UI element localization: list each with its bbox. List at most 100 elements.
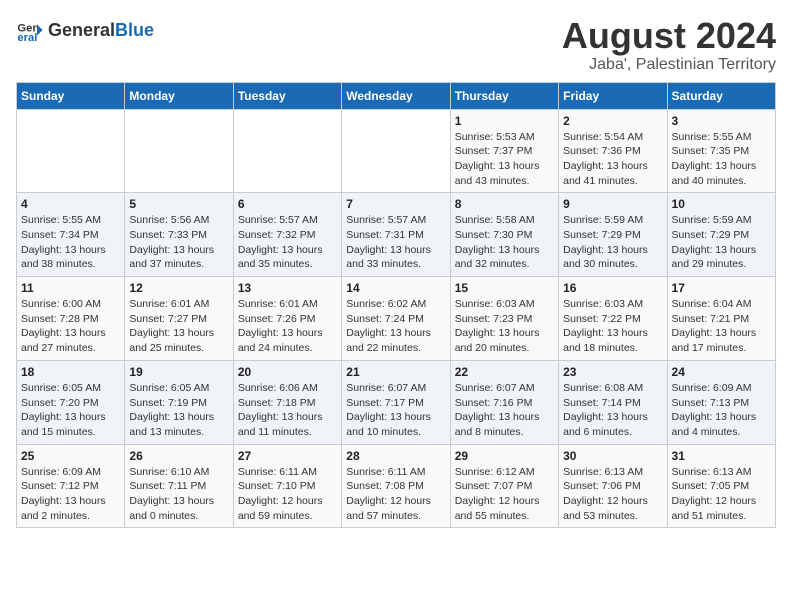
- calendar-day-cell: 7 Sunrise: 5:57 AMSunset: 7:31 PMDaylight…: [342, 193, 450, 277]
- day-of-week-header: Wednesday: [342, 82, 450, 109]
- calendar-body: 1Sunrise: 5:53 AMSunset: 7:37 PMDaylight…: [17, 109, 776, 528]
- calendar-day-cell: 25 Sunrise: 6:09 AMSunset: 7:12 PMDayligh…: [17, 444, 125, 528]
- day-of-week-header: Monday: [125, 82, 233, 109]
- main-title: August 2024: [562, 16, 776, 56]
- calendar-day-cell: 16 Sunrise: 6:03 AMSunset: 7:22 PMDayligh…: [559, 277, 667, 361]
- day-info: Sunrise: 6:08 AMSunset: 7:14 PMDaylight:…: [563, 381, 662, 440]
- calendar-day-cell: 5 Sunrise: 5:56 AMSunset: 7:33 PMDaylight…: [125, 193, 233, 277]
- day-number: 13: [238, 281, 337, 295]
- day-info: Sunrise: 6:00 AMSunset: 7:28 PMDaylight:…: [21, 297, 120, 356]
- day-info: Sunrise: 5:59 AMSunset: 7:29 PMDaylight:…: [672, 213, 771, 272]
- day-info: Sunrise: 6:07 AMSunset: 7:17 PMDaylight:…: [346, 381, 445, 440]
- calendar-day-cell: 10 Sunrise: 5:59 AMSunset: 7:29 PMDayligh…: [667, 193, 775, 277]
- calendar-week-row: 11Sunrise: 6:00 AMSunset: 7:28 PMDayligh…: [17, 277, 776, 361]
- day-info: Sunrise: 5:56 AMSunset: 7:33 PMDaylight:…: [129, 213, 228, 272]
- day-number: 6: [238, 197, 337, 211]
- day-number: 12: [129, 281, 228, 295]
- header-row: SundayMondayTuesdayWednesdayThursdayFrid…: [17, 82, 776, 109]
- calendar-day-cell: 6Sunrise: 5:57 AMSunset: 7:32 PMDaylight…: [233, 193, 341, 277]
- calendar-day-cell: 29 Sunrise: 6:12 AMSunset: 7:07 PMDayligh…: [450, 444, 558, 528]
- calendar-day-cell: 15 Sunrise: 6:03 AMSunset: 7:23 PMDayligh…: [450, 277, 558, 361]
- day-info: Sunrise: 6:05 AMSunset: 7:19 PMDaylight:…: [129, 381, 228, 440]
- logo-icon: Gen eral: [16, 16, 44, 44]
- day-number: 28: [346, 449, 445, 463]
- day-info: Sunrise: 6:07 AMSunset: 7:16 PMDaylight:…: [455, 381, 554, 440]
- subtitle: Jaba', Palestinian Territory: [562, 56, 776, 74]
- day-number: 1: [455, 114, 554, 128]
- calendar-day-cell: [125, 109, 233, 193]
- day-info: Sunrise: 6:04 AMSunset: 7:21 PMDaylight:…: [672, 297, 771, 356]
- calendar-day-cell: 11Sunrise: 6:00 AMSunset: 7:28 PMDayligh…: [17, 277, 125, 361]
- day-number: 21: [346, 365, 445, 379]
- logo-blue: Blue: [115, 20, 154, 40]
- calendar-day-cell: 26 Sunrise: 6:10 AMSunset: 7:11 PMDayligh…: [125, 444, 233, 528]
- logo-text-block: GeneralBlue: [48, 21, 154, 39]
- day-number: 3: [672, 114, 771, 128]
- day-number: 9: [563, 197, 662, 211]
- svg-text:eral: eral: [17, 32, 37, 44]
- calendar-day-cell: [342, 109, 450, 193]
- calendar-day-cell: 30Sunrise: 6:13 AMSunset: 7:06 PMDayligh…: [559, 444, 667, 528]
- day-number: 29: [455, 449, 554, 463]
- day-info: Sunrise: 6:10 AMSunset: 7:11 PMDaylight:…: [129, 465, 228, 524]
- day-number: 8: [455, 197, 554, 211]
- day-info: Sunrise: 6:13 AMSunset: 7:05 PMDaylight:…: [672, 465, 771, 524]
- calendar-day-cell: 13 Sunrise: 6:01 AMSunset: 7:26 PMDayligh…: [233, 277, 341, 361]
- calendar-day-cell: 28Sunrise: 6:11 AMSunset: 7:08 PMDayligh…: [342, 444, 450, 528]
- day-number: 14: [346, 281, 445, 295]
- day-number: 19: [129, 365, 228, 379]
- day-number: 18: [21, 365, 120, 379]
- day-of-week-header: Friday: [559, 82, 667, 109]
- logo-general: General: [48, 20, 115, 40]
- day-info: Sunrise: 6:01 AMSunset: 7:27 PMDaylight:…: [129, 297, 228, 356]
- day-info: Sunrise: 6:03 AMSunset: 7:23 PMDaylight:…: [455, 297, 554, 356]
- day-number: 23: [563, 365, 662, 379]
- calendar-day-cell: 12 Sunrise: 6:01 AMSunset: 7:27 PMDayligh…: [125, 277, 233, 361]
- day-info: Sunrise: 5:54 AMSunset: 7:36 PMDaylight:…: [563, 130, 662, 189]
- calendar-week-row: 4 Sunrise: 5:55 AMSunset: 7:34 PMDaylight…: [17, 193, 776, 277]
- calendar-day-cell: 17 Sunrise: 6:04 AMSunset: 7:21 PMDayligh…: [667, 277, 775, 361]
- day-number: 2: [563, 114, 662, 128]
- calendar-table: SundayMondayTuesdayWednesdayThursdayFrid…: [16, 82, 776, 529]
- day-number: 26: [129, 449, 228, 463]
- day-number: 25: [21, 449, 120, 463]
- day-info: Sunrise: 6:02 AMSunset: 7:24 PMDaylight:…: [346, 297, 445, 356]
- day-number: 16: [563, 281, 662, 295]
- day-number: 15: [455, 281, 554, 295]
- title-block: August 2024 Jaba', Palestinian Territory: [562, 16, 776, 74]
- calendar-day-cell: 1Sunrise: 5:53 AMSunset: 7:37 PMDaylight…: [450, 109, 558, 193]
- calendar-day-cell: 21 Sunrise: 6:07 AMSunset: 7:17 PMDayligh…: [342, 360, 450, 444]
- day-info: Sunrise: 5:57 AMSunset: 7:31 PMDaylight:…: [346, 213, 445, 272]
- calendar-day-cell: 31 Sunrise: 6:13 AMSunset: 7:05 PMDayligh…: [667, 444, 775, 528]
- day-info: Sunrise: 6:12 AMSunset: 7:07 PMDaylight:…: [455, 465, 554, 524]
- day-number: 20: [238, 365, 337, 379]
- calendar-day-cell: 19 Sunrise: 6:05 AMSunset: 7:19 PMDayligh…: [125, 360, 233, 444]
- day-info: Sunrise: 6:01 AMSunset: 7:26 PMDaylight:…: [238, 297, 337, 356]
- calendar-day-cell: 2 Sunrise: 5:54 AMSunset: 7:36 PMDaylight…: [559, 109, 667, 193]
- day-of-week-header: Sunday: [17, 82, 125, 109]
- calendar-day-cell: 22 Sunrise: 6:07 AMSunset: 7:16 PMDayligh…: [450, 360, 558, 444]
- day-info: Sunrise: 6:09 AMSunset: 7:13 PMDaylight:…: [672, 381, 771, 440]
- day-number: 17: [672, 281, 771, 295]
- day-info: Sunrise: 5:55 AMSunset: 7:34 PMDaylight:…: [21, 213, 120, 272]
- day-number: 7: [346, 197, 445, 211]
- day-info: Sunrise: 6:09 AMSunset: 7:12 PMDaylight:…: [21, 465, 120, 524]
- day-of-week-header: Saturday: [667, 82, 775, 109]
- day-number: 24: [672, 365, 771, 379]
- day-number: 31: [672, 449, 771, 463]
- day-info: Sunrise: 6:11 AMSunset: 7:10 PMDaylight:…: [238, 465, 337, 524]
- day-number: 4: [21, 197, 120, 211]
- calendar-week-row: 25 Sunrise: 6:09 AMSunset: 7:12 PMDayligh…: [17, 444, 776, 528]
- day-info: Sunrise: 6:06 AMSunset: 7:18 PMDaylight:…: [238, 381, 337, 440]
- calendar-week-row: 18 Sunrise: 6:05 AMSunset: 7:20 PMDayligh…: [17, 360, 776, 444]
- calendar-day-cell: 8Sunrise: 5:58 AMSunset: 7:30 PMDaylight…: [450, 193, 558, 277]
- calendar-day-cell: 3Sunrise: 5:55 AMSunset: 7:35 PMDaylight…: [667, 109, 775, 193]
- day-info: Sunrise: 6:05 AMSunset: 7:20 PMDaylight:…: [21, 381, 120, 440]
- calendar-day-cell: [17, 109, 125, 193]
- day-info: Sunrise: 5:59 AMSunset: 7:29 PMDaylight:…: [563, 213, 662, 272]
- day-number: 5: [129, 197, 228, 211]
- day-number: 10: [672, 197, 771, 211]
- day-number: 22: [455, 365, 554, 379]
- calendar-day-cell: 23 Sunrise: 6:08 AMSunset: 7:14 PMDayligh…: [559, 360, 667, 444]
- day-info: Sunrise: 6:03 AMSunset: 7:22 PMDaylight:…: [563, 297, 662, 356]
